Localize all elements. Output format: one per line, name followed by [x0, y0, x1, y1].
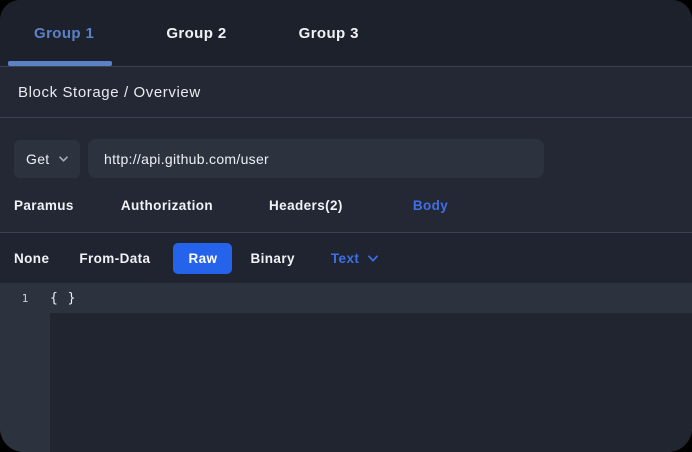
tab-paramus[interactable]: Paramus: [14, 198, 74, 213]
api-client-window: Group 1 Group 2 Group 3 Block Storage / …: [0, 0, 692, 452]
breadcrumb-row: Block Storage / Overview: [0, 67, 692, 118]
tab-authorization[interactable]: Authorization: [121, 198, 213, 213]
tab-group-1[interactable]: Group 1: [34, 25, 94, 42]
line-number: 1: [0, 292, 50, 305]
request-url-row: Get: [0, 118, 692, 178]
tab-group-2[interactable]: Group 2: [166, 25, 226, 42]
breadcrumb: Block Storage / Overview: [18, 84, 201, 101]
editor-gutter: [0, 313, 50, 452]
http-method-value: Get: [26, 151, 49, 167]
mode-binary[interactable]: Binary: [250, 251, 294, 266]
chevron-down-icon: [59, 156, 68, 162]
editor-line[interactable]: 1 { }: [0, 283, 692, 313]
tab-group-3[interactable]: Group 3: [299, 25, 359, 42]
mode-none[interactable]: None: [14, 251, 49, 266]
active-tab-underline: [8, 61, 112, 66]
request-url-input[interactable]: [88, 139, 544, 178]
http-method-dropdown[interactable]: Get: [14, 140, 80, 178]
body-code-editor[interactable]: 1 { }: [0, 283, 692, 452]
body-format-value: Text: [331, 251, 359, 266]
mode-raw-button[interactable]: Raw: [173, 243, 232, 274]
body-mode-bar: None From-Data Raw Binary Text: [0, 233, 692, 283]
tab-body[interactable]: Body: [413, 198, 448, 213]
request-section: Get Paramus Authorization Headers(2) Bod…: [0, 118, 692, 233]
mode-form-data[interactable]: From-Data: [79, 251, 150, 266]
line-content: { }: [50, 291, 76, 306]
request-tab-bar: Paramus Authorization Headers(2) Body: [0, 178, 692, 232]
group-tab-bar: Group 1 Group 2 Group 3: [0, 0, 692, 67]
tab-headers[interactable]: Headers(2): [269, 198, 343, 213]
body-format-dropdown[interactable]: Text: [331, 251, 378, 266]
chevron-down-icon: [368, 255, 378, 262]
